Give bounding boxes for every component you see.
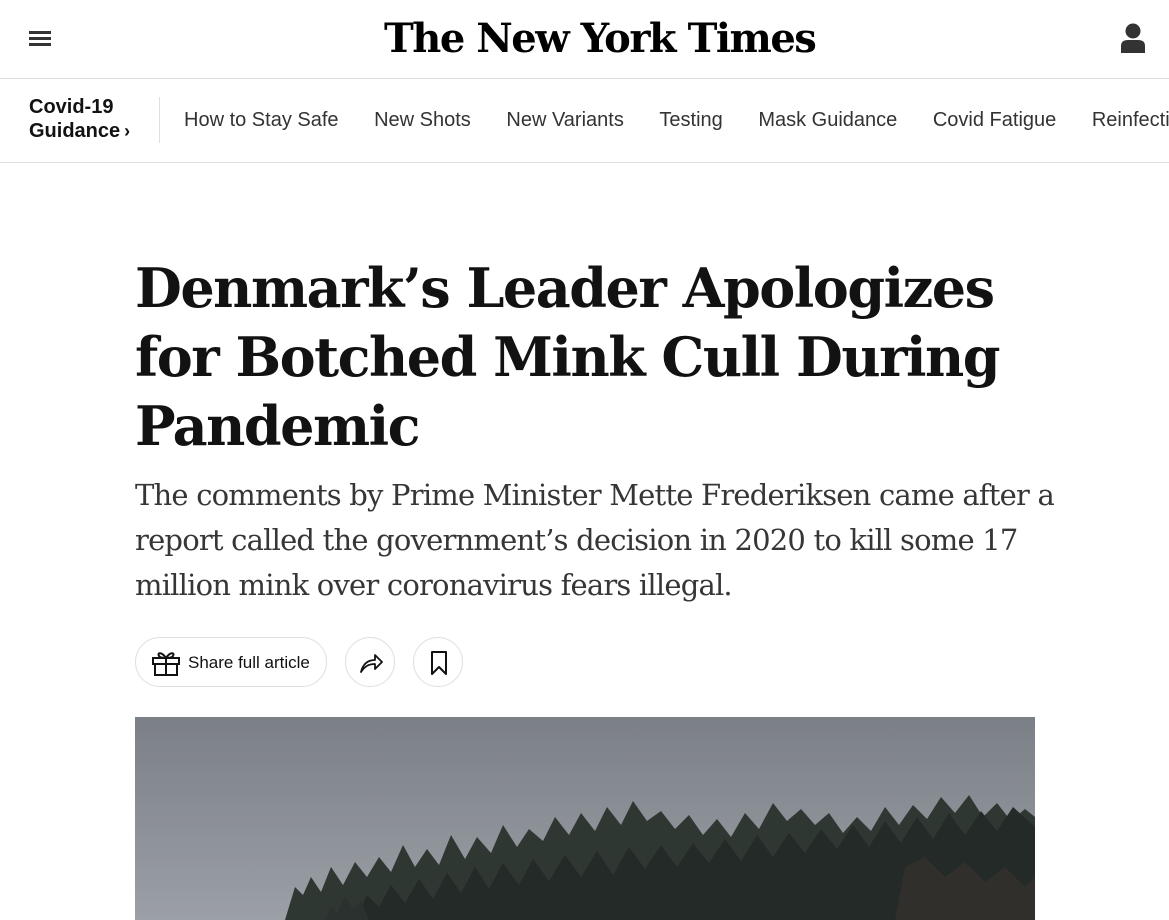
guide-title-line2: Guidance xyxy=(29,120,121,142)
nyt-logo[interactable]: The New York Times xyxy=(384,14,817,64)
nav-link-new-shots[interactable]: New Shots xyxy=(374,108,471,132)
article-lead-photo xyxy=(135,717,1035,920)
covid-guidance-link[interactable]: Covid-19 Guidance › xyxy=(29,95,154,143)
share-full-article-button[interactable]: Share full article xyxy=(135,637,327,687)
nav-links: How to Stay Safe New Shots New Variants … xyxy=(184,108,1169,132)
chevron-right-icon: › xyxy=(124,121,131,141)
share-arrow-icon xyxy=(360,654,383,673)
masthead: The New York Times xyxy=(0,0,1169,79)
nav-link-testing[interactable]: Testing xyxy=(659,108,722,132)
nav-link-covid-fatigue[interactable]: Covid Fatigue xyxy=(933,108,1056,132)
share-button[interactable] xyxy=(345,637,395,687)
treeline-image xyxy=(135,717,1035,920)
user-account-icon[interactable] xyxy=(1118,22,1148,54)
nav-link-mask-guidance[interactable]: Mask Guidance xyxy=(758,108,897,132)
covid-guidance-nav: Covid-19 Guidance › How to Stay Safe New … xyxy=(0,79,1169,163)
nav-link-new-variants[interactable]: New Variants xyxy=(506,108,623,132)
nav-link-reinfections[interactable]: Reinfections xyxy=(1092,108,1169,132)
article-summary: The comments by Prime Minister Mette Fre… xyxy=(135,478,1055,602)
guide-title-line1: Covid-19 xyxy=(29,96,114,118)
nav-link-how-to-stay-safe[interactable]: How to Stay Safe xyxy=(184,108,339,132)
nav-divider xyxy=(159,97,160,143)
save-button[interactable] xyxy=(413,637,463,687)
share-full-article-label: Share full article xyxy=(188,653,310,672)
article-headline: Denmark’s Leader Apologizes for Botched … xyxy=(135,256,1001,458)
gift-icon xyxy=(152,652,180,676)
hamburger-menu-icon[interactable] xyxy=(29,29,51,49)
bookmark-icon xyxy=(431,651,447,675)
